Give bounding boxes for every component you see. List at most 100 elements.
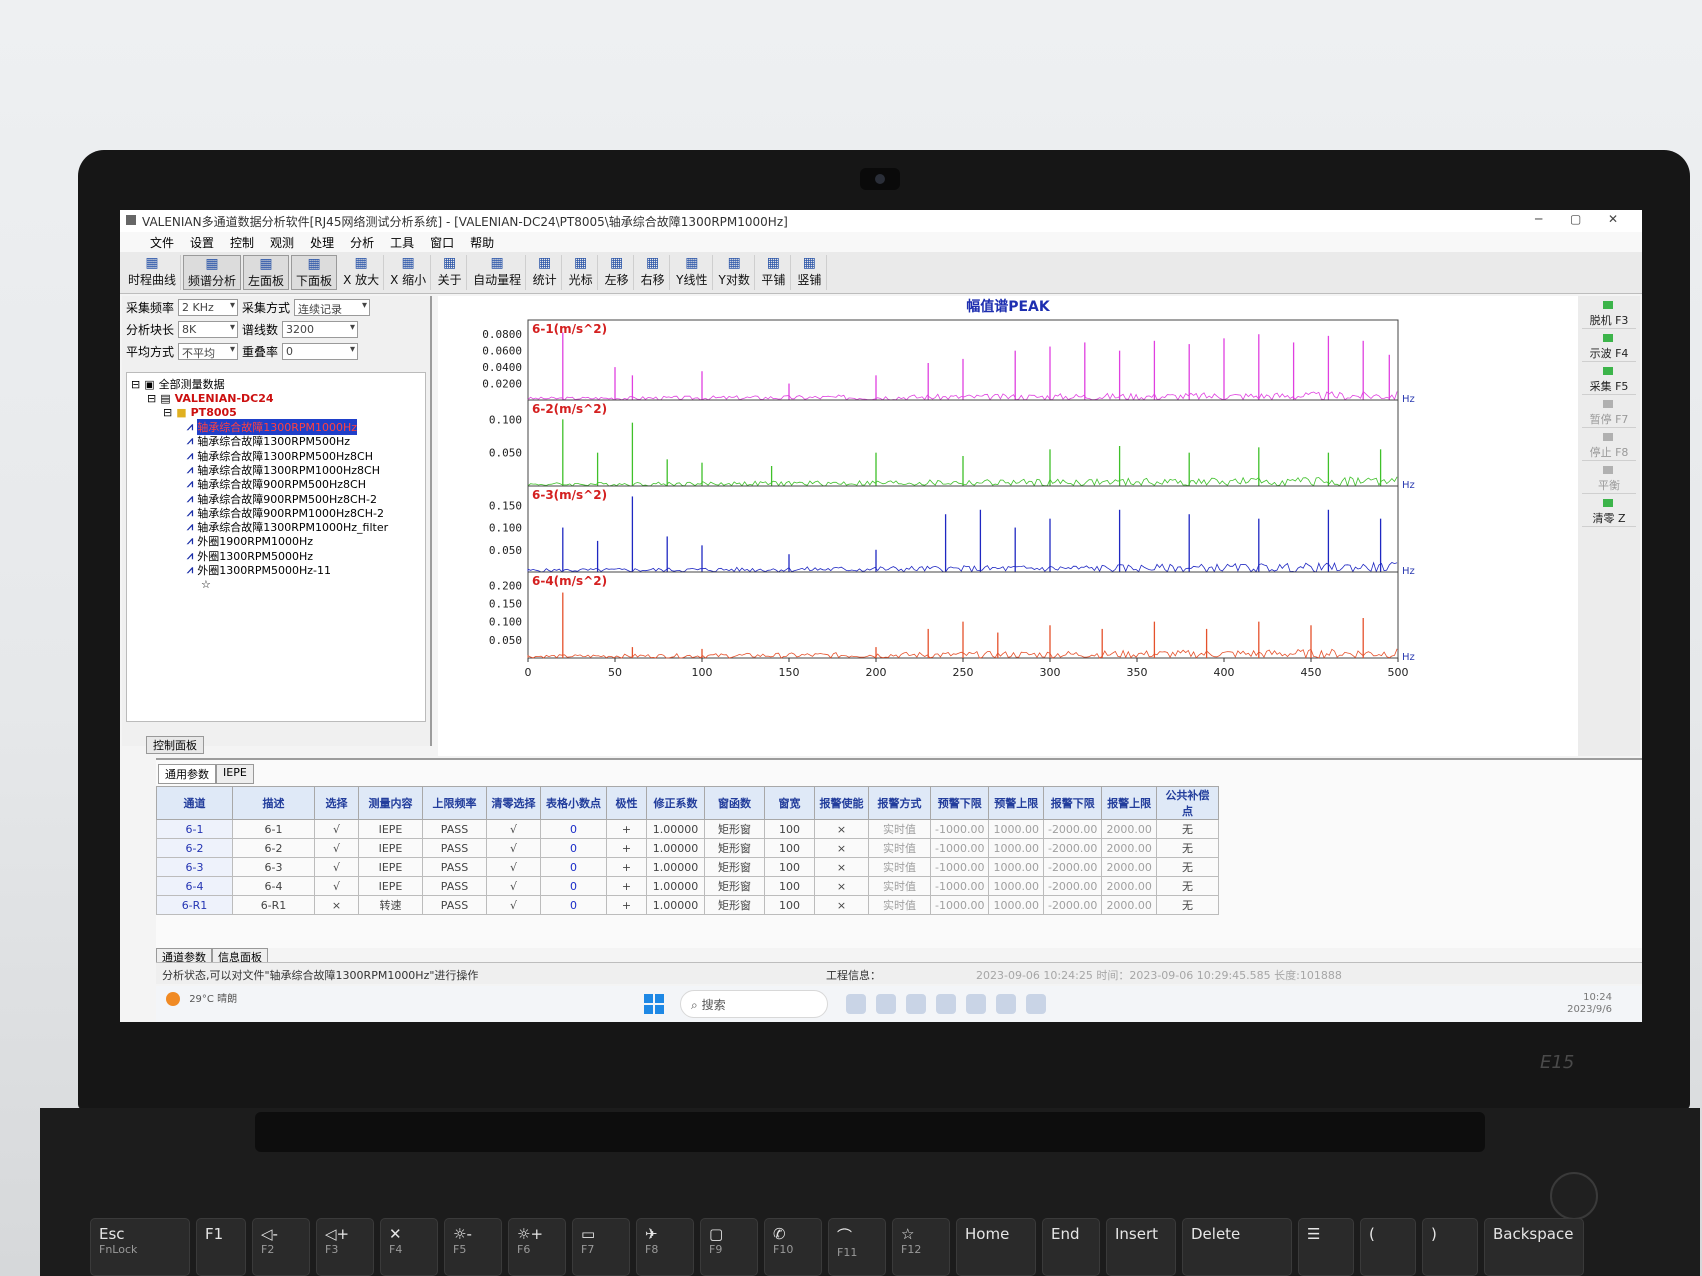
control-button-0[interactable]: 脱机 F3 — [1582, 299, 1636, 329]
keyboard-key[interactable]: ☼+ F6 — [508, 1218, 566, 1276]
table-cell[interactable]: 6-R1 — [156, 895, 233, 915]
column-header[interactable]: 表格小数点 — [540, 786, 607, 820]
table-cell[interactable]: + — [606, 895, 647, 915]
table-cell[interactable]: 100 — [764, 895, 815, 915]
column-header[interactable]: 公共补偿点 — [1155, 786, 1219, 820]
toolbar-button-10[interactable]: ▦ 左移 — [600, 255, 635, 290]
control-button-6[interactable]: 清零 Z — [1582, 497, 1636, 527]
toolbar-button-1[interactable]: ▦ 频谱分析 — [183, 255, 242, 290]
column-header[interactable]: 报警方式 — [868, 786, 931, 820]
table-cell[interactable]: 无 — [1155, 838, 1219, 858]
collapse-icon[interactable]: ⊟ — [147, 392, 156, 405]
table-cell[interactable]: + — [606, 857, 647, 877]
table-cell[interactable]: 1.00000 — [646, 895, 705, 915]
table-cell[interactable]: √ — [486, 895, 541, 915]
tree-file-item[interactable]: ⩘ 轴承综合故障1300RPM500Hz8CH — [131, 448, 421, 463]
spectrum-chart[interactable]: 0.0800 0.0600 0.0400 0.0200 6-1(m/s^2) Hz 0.10… — [438, 296, 1578, 756]
table-cell[interactable]: 1000.00 — [988, 895, 1044, 915]
column-header[interactable]: 选择 — [314, 786, 359, 820]
table-cell[interactable]: PASS — [422, 838, 487, 858]
collapse-icon[interactable]: ⊟ — [131, 378, 140, 391]
taskbar-search[interactable]: ⌕ 搜索 — [680, 990, 828, 1018]
table-cell[interactable]: × — [814, 838, 869, 858]
table-cell[interactable]: × — [814, 857, 869, 877]
toolbar-button-9[interactable]: ▦ 光标 — [564, 255, 599, 290]
table-cell[interactable]: 实时值 — [868, 857, 931, 877]
table-cell[interactable]: 6-1 — [232, 819, 315, 839]
menu-item-1[interactable]: 设置 — [190, 234, 214, 252]
column-header[interactable]: 极性 — [606, 786, 647, 820]
table-cell[interactable]: 1.00000 — [646, 857, 705, 877]
column-header[interactable]: 窗函数 — [704, 786, 765, 820]
control-button-4[interactable]: 停止 F8 — [1582, 431, 1636, 461]
table-cell[interactable]: + — [606, 819, 647, 839]
tree-folder[interactable]: ⊟ ■ PT8005 — [131, 406, 421, 420]
keyboard-key[interactable]: ◁- F2 — [252, 1218, 310, 1276]
taskview-icon[interactable] — [846, 994, 866, 1014]
toolbar-button-2[interactable]: ▦ 左面板 — [243, 255, 290, 290]
menu-item-2[interactable]: 控制 — [230, 234, 254, 252]
table-cell[interactable]: √ — [486, 857, 541, 877]
control-button-2[interactable]: 采集 F5 — [1582, 365, 1636, 395]
table-cell[interactable]: 1.00000 — [646, 876, 705, 896]
table-cell[interactable]: 6-1 — [156, 819, 233, 839]
menu-item-4[interactable]: 处理 — [310, 234, 334, 252]
table-cell[interactable]: 2000.00 — [1101, 838, 1157, 858]
table-cell[interactable]: 100 — [764, 857, 815, 877]
close-icon[interactable]: ✕ — [1608, 212, 1618, 226]
keyboard-key[interactable]: End — [1042, 1218, 1100, 1276]
edge-icon[interactable] — [966, 994, 986, 1014]
control-panel-tab[interactable]: 控制面板 — [146, 736, 204, 754]
keyboard-key[interactable]: Esc FnLock — [90, 1218, 190, 1276]
column-header[interactable]: 报警使能 — [814, 786, 869, 820]
table-cell[interactable]: IEPE — [358, 857, 423, 877]
table-cell[interactable]: 6-4 — [232, 876, 315, 896]
table-cell[interactable]: × — [814, 819, 869, 839]
table-cell[interactable]: √ — [486, 876, 541, 896]
table-cell[interactable]: 2000.00 — [1101, 819, 1157, 839]
table-cell[interactable]: 1000.00 — [988, 838, 1044, 858]
table-cell[interactable]: 0 — [540, 876, 607, 896]
column-header[interactable]: 描述 — [232, 786, 315, 820]
toolbar-button-12[interactable]: ▦ Y线性 — [672, 255, 713, 290]
table-cell[interactable]: -1000.00 — [929, 819, 990, 839]
keyboard-key[interactable]: Insert — [1106, 1218, 1176, 1276]
table-cell[interactable]: IEPE — [358, 838, 423, 858]
toolbar-button-13[interactable]: ▦ Y对数 — [715, 255, 755, 290]
power-button[interactable] — [1550, 1172, 1598, 1220]
tree-file-item[interactable]: ⩘ 外圈1300RPM5000Hz — [131, 549, 421, 563]
table-cell[interactable]: 转速 — [358, 895, 423, 915]
param-tab-0[interactable]: 通用参数 — [158, 764, 216, 784]
keyboard-key[interactable]: ☼- F5 — [444, 1218, 502, 1276]
table-cell[interactable]: √ — [486, 838, 541, 858]
table-cell[interactable]: -2000.00 — [1042, 895, 1103, 915]
table-cell[interactable]: √ — [314, 857, 359, 877]
table-cell[interactable]: 0 — [540, 895, 607, 915]
toolbar-button-8[interactable]: ▦ 统计 — [528, 255, 563, 290]
keyboard-key[interactable]: ▢ F9 — [700, 1218, 758, 1276]
table-cell[interactable]: 1000.00 — [988, 819, 1044, 839]
toolbar-button-14[interactable]: ▦ 平铺 — [757, 255, 791, 290]
table-cell[interactable]: IEPE — [358, 819, 423, 839]
table-cell[interactable]: 100 — [764, 838, 815, 858]
table-cell[interactable]: 1000.00 — [988, 876, 1044, 896]
table-cell[interactable]: × — [314, 895, 359, 915]
table-cell[interactable]: × — [814, 876, 869, 896]
tree-root[interactable]: ⊟ ▣ 全部测量数据 — [131, 377, 421, 392]
table-cell[interactable]: + — [606, 876, 647, 896]
table-cell[interactable]: 2000.00 — [1101, 876, 1157, 896]
tree-file-item[interactable]: ⩘ 轴承综合故障1300RPM1000Hz8CH — [131, 463, 421, 477]
table-cell[interactable]: 0 — [540, 819, 607, 839]
table-cell[interactable]: 实时值 — [868, 895, 931, 915]
toolbar-button-0[interactable]: ▦ 时程曲线 — [124, 255, 182, 290]
table-row[interactable]: 6-4 6-4 √ IEPE PASS √ 0 +1.00000 矩形窗 100 × 实时值 -1000… — [156, 876, 1219, 896]
table-row[interactable]: 6-1 6-1 √ IEPE PASS √ 0 +1.00000 矩形窗 100 × 实时值 -1000… — [156, 819, 1219, 839]
table-cell[interactable]: × — [814, 895, 869, 915]
control-button-3[interactable]: 暂停 F7 — [1582, 398, 1636, 428]
column-header[interactable]: 上限频率 — [422, 786, 487, 820]
table-cell[interactable]: -2000.00 — [1042, 838, 1103, 858]
explorer-icon[interactable] — [876, 994, 896, 1014]
table-cell[interactable]: PASS — [422, 876, 487, 896]
tree-file-item[interactable]: ⩘ 轴承综合故障1300RPM1000Hz_filter — [131, 520, 421, 534]
table-cell[interactable]: 100 — [764, 819, 815, 839]
